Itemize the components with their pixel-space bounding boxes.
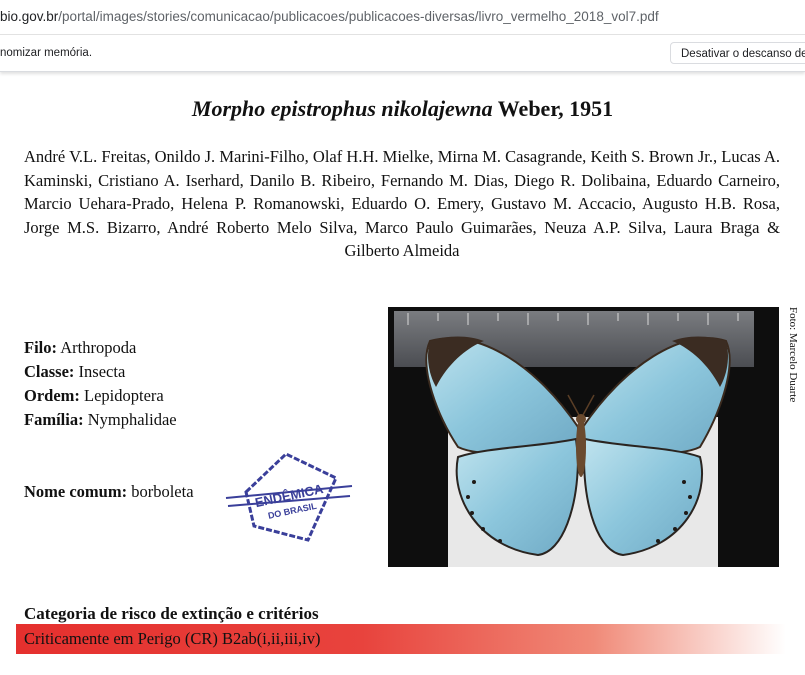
risk-category-value: Criticamente em Perigo (CR) B2ab(i,ii,ii… (24, 629, 321, 648)
address-bar[interactable]: bio.gov.br/portal/images/stories/comunic… (0, 0, 805, 35)
taxonomy-row-classe: Classe: Insecta (24, 360, 177, 384)
authors-list: André V.L. Freitas, Onildo J. Marini-Fil… (24, 147, 780, 260)
taxonomy-row-filo: Filo: Arthropoda (24, 336, 177, 360)
taxonomy-label: Família: (24, 410, 84, 429)
url-path: /portal/images/stories/comunicacao/publi… (58, 9, 659, 24)
memory-saver-infobar: nomizar memória. Desativar o descanso de (0, 35, 805, 72)
url-host: bio.gov.br (0, 9, 59, 24)
taxonomy-row-familia: Família: Nymphalidae (24, 408, 177, 432)
taxonomy-value: Nymphalidae (83, 410, 177, 429)
taxonomy-label: Ordem: (24, 386, 80, 405)
common-name: Nome comum: borboleta (24, 482, 194, 502)
common-name-label: Nome comum: (24, 482, 128, 501)
taxonomy-value: Lepidoptera (79, 386, 164, 405)
butterfly-photo (388, 307, 779, 567)
common-name-value: borboleta (127, 482, 194, 501)
taxonomy-label: Classe: (24, 362, 75, 381)
endemic-stamp-icon: ENDÊMICA DO BRASIL (225, 452, 353, 542)
taxonomy-block: Filo: Arthropoda Classe: Insecta Ordem: … (24, 336, 177, 432)
infobar-message: nomizar memória. (0, 47, 93, 59)
species-name: Morpho epistrophus nikolajewna (191, 96, 493, 121)
taxonomy-value: Insecta (74, 362, 126, 381)
photo-credit: Foto: Marcelo Duarte (787, 307, 799, 403)
risk-category-heading: Categoria de risco de extinção e critéri… (24, 604, 319, 623)
species-author: Weber, 1951 (492, 96, 614, 121)
taxonomy-row-ordem: Ordem: Lepidoptera (24, 384, 177, 408)
disable-sleep-button[interactable]: Desativar o descanso de (670, 42, 805, 64)
species-title: Morpho epistrophus nikolajewna Weber, 19… (0, 96, 805, 122)
taxonomy-label: Filo: (24, 338, 57, 357)
risk-category-bar: Criticamente em Perigo (CR) B2ab(i,ii,ii… (16, 624, 786, 654)
taxonomy-value: Arthropoda (57, 338, 137, 357)
